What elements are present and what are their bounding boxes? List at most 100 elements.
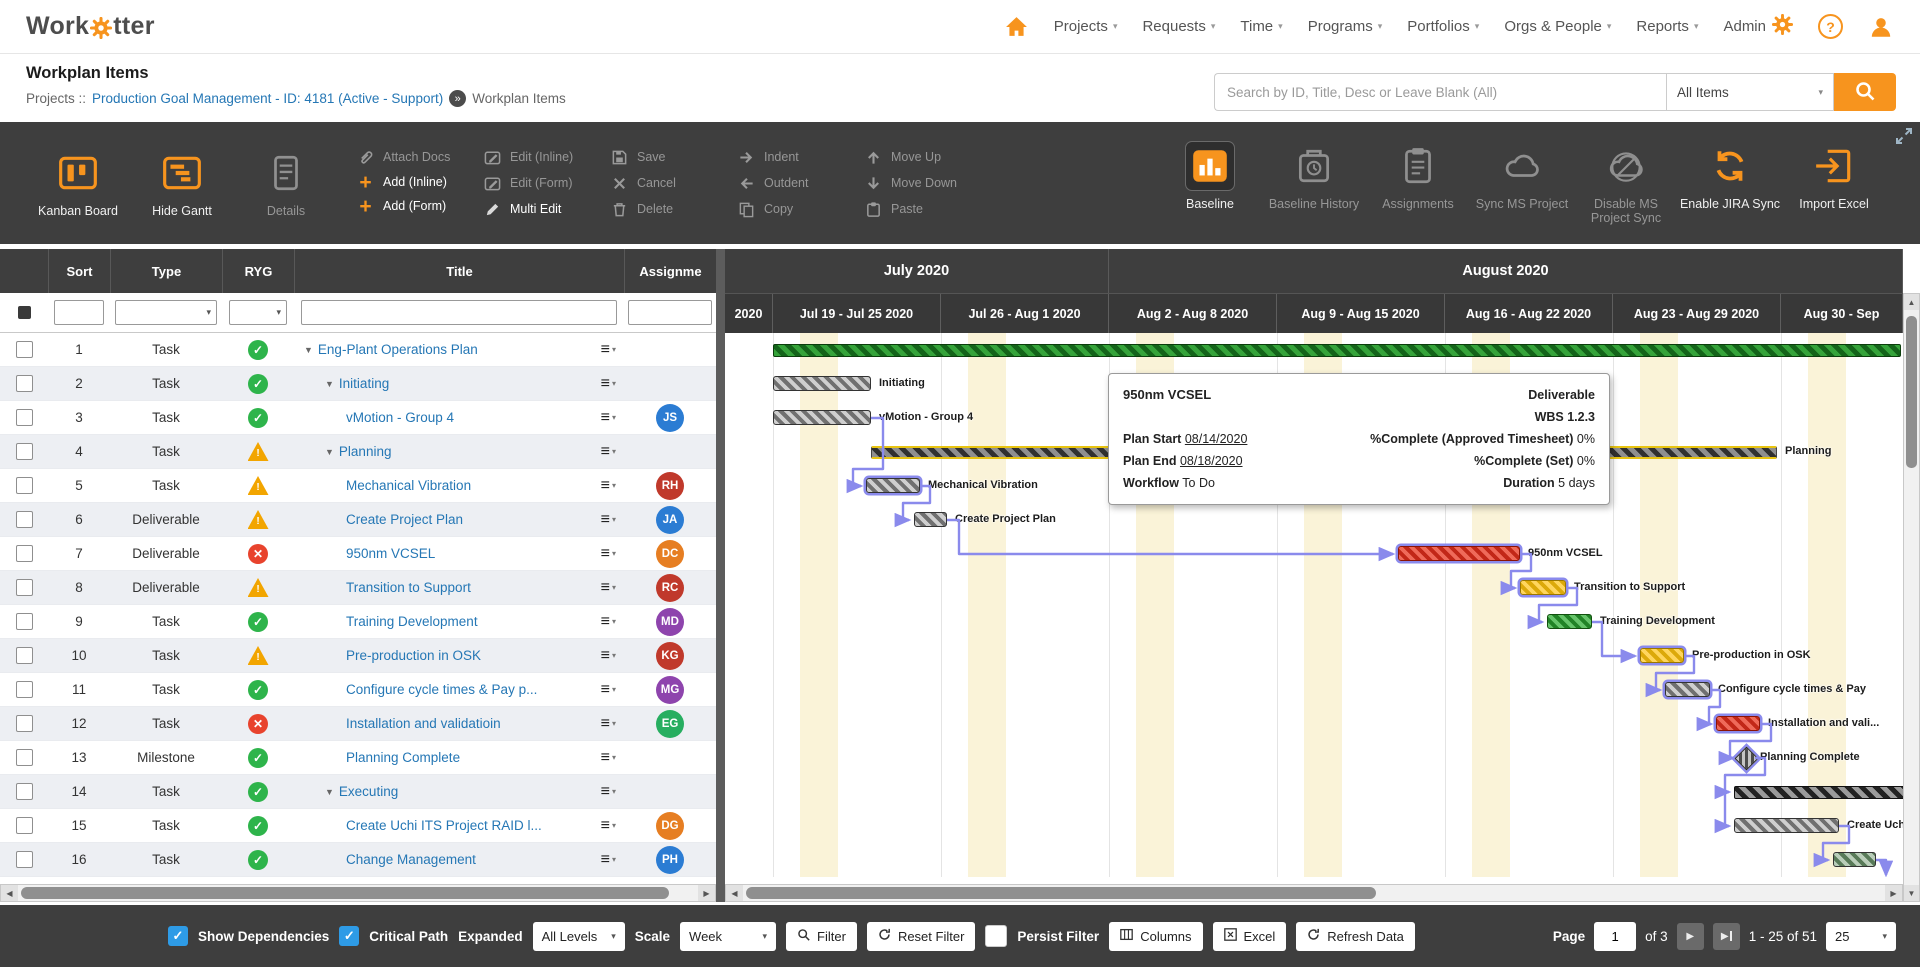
expand-collapse-icon[interactable]: ▼ [325, 447, 334, 457]
column-header-ryg[interactable]: RYG [222, 249, 294, 293]
nav-item-reports[interactable]: Reports ▾ [1636, 18, 1698, 35]
nav-item-programs[interactable]: Programs ▾ [1308, 18, 1383, 35]
scroll-left-icon[interactable]: ◀ [726, 885, 743, 901]
assignee-avatar[interactable]: JA [656, 505, 684, 534]
gantt-bar[interactable] [1520, 580, 1566, 595]
gantt-week-label[interactable]: Aug 2 - Aug 8 2020 [1109, 294, 1277, 333]
column-header-sort[interactable]: Sort [48, 249, 110, 293]
row-menu-icon[interactable]: ≡ ▾ [601, 545, 616, 563]
gantt-bar[interactable] [773, 376, 871, 391]
enable-jira-sync-button[interactable]: Enable JIRA Sync [1678, 142, 1782, 225]
filter-sort-input[interactable] [54, 300, 104, 325]
row-checkbox[interactable] [15, 749, 33, 766]
row-menu-icon[interactable]: ≡ ▾ [601, 783, 616, 801]
expanded-level-select[interactable]: All Levels ▾ [532, 921, 625, 951]
gantt-bar[interactable] [1665, 682, 1710, 697]
row-checkbox[interactable] [15, 545, 33, 562]
expand-collapse-icon[interactable]: ▼ [304, 345, 313, 355]
page-size-select[interactable]: 25 ▾ [1826, 921, 1896, 951]
row-menu-icon[interactable]: ≡ ▾ [601, 613, 616, 631]
assignee-avatar[interactable]: PH [656, 845, 684, 874]
gantt-bar[interactable] [866, 478, 920, 493]
import-excel-button[interactable]: Import Excel [1782, 142, 1886, 225]
row-menu-icon[interactable]: ≡ ▾ [601, 477, 616, 495]
reset-filter-button[interactable]: Reset Filter [866, 921, 976, 951]
refresh-data-button[interactable]: Refresh Data [1296, 921, 1415, 951]
critical-path-checkbox[interactable]: ✓ [339, 926, 360, 946]
last-page-button[interactable]: ▶ [1712, 922, 1740, 950]
assignee-avatar[interactable]: JS [656, 403, 684, 432]
gantt-bar[interactable] [1547, 614, 1592, 629]
search-input[interactable] [1214, 73, 1666, 111]
gantt-week-label[interactable]: 2020 [725, 294, 773, 333]
row-title-link[interactable]: Executing [339, 784, 398, 799]
scrollbar-thumb[interactable] [21, 887, 669, 899]
gantt-bar[interactable] [1734, 818, 1839, 833]
persist-filter-checkbox[interactable] [985, 925, 1008, 947]
scale-select[interactable]: Week ▾ [680, 921, 777, 951]
nav-item-time[interactable]: Time ▾ [1240, 18, 1282, 35]
filter-ryg-select[interactable]: ▾ [229, 300, 287, 325]
row-menu-icon[interactable]: ≡ ▾ [601, 851, 616, 869]
row-title-link[interactable]: Create Uchi ITS Project RAID l... [346, 818, 542, 833]
row-checkbox[interactable] [15, 715, 33, 732]
nav-item-requests[interactable]: Requests ▾ [1142, 18, 1215, 35]
row-menu-icon[interactable]: ≡ ▾ [601, 681, 616, 699]
column-header-assignme[interactable]: Assignme [624, 249, 716, 293]
assignee-avatar[interactable]: MG [656, 675, 684, 704]
row-menu-icon[interactable]: ≡ ▾ [601, 579, 616, 597]
filter-type-select[interactable]: ▾ [115, 300, 217, 325]
home-icon[interactable] [1004, 15, 1029, 38]
expand-toolbar-icon[interactable] [1893, 125, 1915, 152]
show-dependencies-checkbox[interactable]: ✓ [168, 926, 188, 946]
search-scope-select[interactable]: All Items ▾ [1666, 73, 1834, 111]
row-title-link[interactable]: 950nm VCSEL [346, 546, 435, 561]
excel-button[interactable]: Excel [1212, 921, 1287, 951]
row-menu-icon[interactable]: ≡ ▾ [601, 375, 616, 393]
row-menu-icon[interactable]: ≡ ▾ [601, 443, 616, 461]
filter-title-input[interactable] [301, 300, 617, 325]
search-button[interactable] [1834, 73, 1896, 111]
row-checkbox[interactable] [15, 341, 33, 358]
row-menu-icon[interactable]: ≡ ▾ [601, 511, 616, 529]
row-title-link[interactable]: vMotion - Group 4 [346, 410, 454, 425]
page-number-input[interactable] [1594, 921, 1637, 951]
row-title-link[interactable]: Change Management [346, 852, 476, 867]
baseline-button[interactable]: Baseline [1158, 140, 1262, 225]
scroll-up-icon[interactable]: ▲ [1904, 294, 1919, 310]
filter-assignments-input[interactable] [628, 300, 712, 325]
expand-collapse-icon[interactable]: ▼ [325, 379, 334, 389]
row-title-link[interactable]: Training Development [346, 614, 478, 629]
expand-collapse-icon[interactable]: ▼ [325, 787, 334, 797]
scroll-right-icon[interactable]: ▶ [1885, 885, 1902, 901]
row-title-link[interactable]: Pre-production in OSK [346, 648, 481, 663]
gantt-bar[interactable] [773, 344, 1901, 357]
milestone-marker[interactable] [1734, 746, 1759, 771]
row-checkbox[interactable] [15, 477, 33, 494]
gantt-week-label[interactable]: Aug 9 - Aug 15 2020 [1277, 294, 1445, 333]
row-menu-icon[interactable]: ≡ ▾ [601, 647, 616, 665]
nav-item-orgs-people[interactable]: Orgs & People ▾ [1504, 18, 1611, 35]
nav-item-admin[interactable]: Admin [1723, 13, 1794, 39]
gantt-week-label[interactable]: Jul 26 - Aug 1 2020 [941, 294, 1109, 333]
row-title-link[interactable]: Eng-Plant Operations Plan [318, 342, 478, 357]
row-title-link[interactable]: Initiating [339, 376, 389, 391]
grid-horizontal-scrollbar[interactable]: ◀ ▶ [0, 884, 716, 902]
assignee-avatar[interactable]: DC [656, 539, 684, 568]
columns-button[interactable]: Columns [1109, 921, 1203, 951]
gantt-bar[interactable] [1833, 852, 1876, 867]
column-header-type[interactable]: Type [110, 249, 222, 293]
row-checkbox[interactable] [15, 817, 33, 834]
gantt-week-label[interactable]: Jul 19 - Jul 25 2020 [773, 294, 941, 333]
row-title-link[interactable]: Configure cycle times & Pay p... [346, 682, 537, 697]
row-checkbox[interactable] [15, 647, 33, 664]
filter-button[interactable]: Filter [786, 921, 857, 951]
nav-item-portfolios[interactable]: Portfolios ▾ [1407, 18, 1479, 35]
select-all-checkbox[interactable] [17, 306, 31, 319]
row-checkbox[interactable] [15, 511, 33, 528]
gantt-bar[interactable] [914, 512, 947, 527]
row-menu-icon[interactable]: ≡ ▾ [601, 749, 616, 767]
gantt-bar[interactable] [1398, 546, 1520, 561]
row-title-link[interactable]: Planning Complete [346, 750, 460, 765]
gantt-week-label[interactable]: Aug 16 - Aug 22 2020 [1445, 294, 1613, 333]
